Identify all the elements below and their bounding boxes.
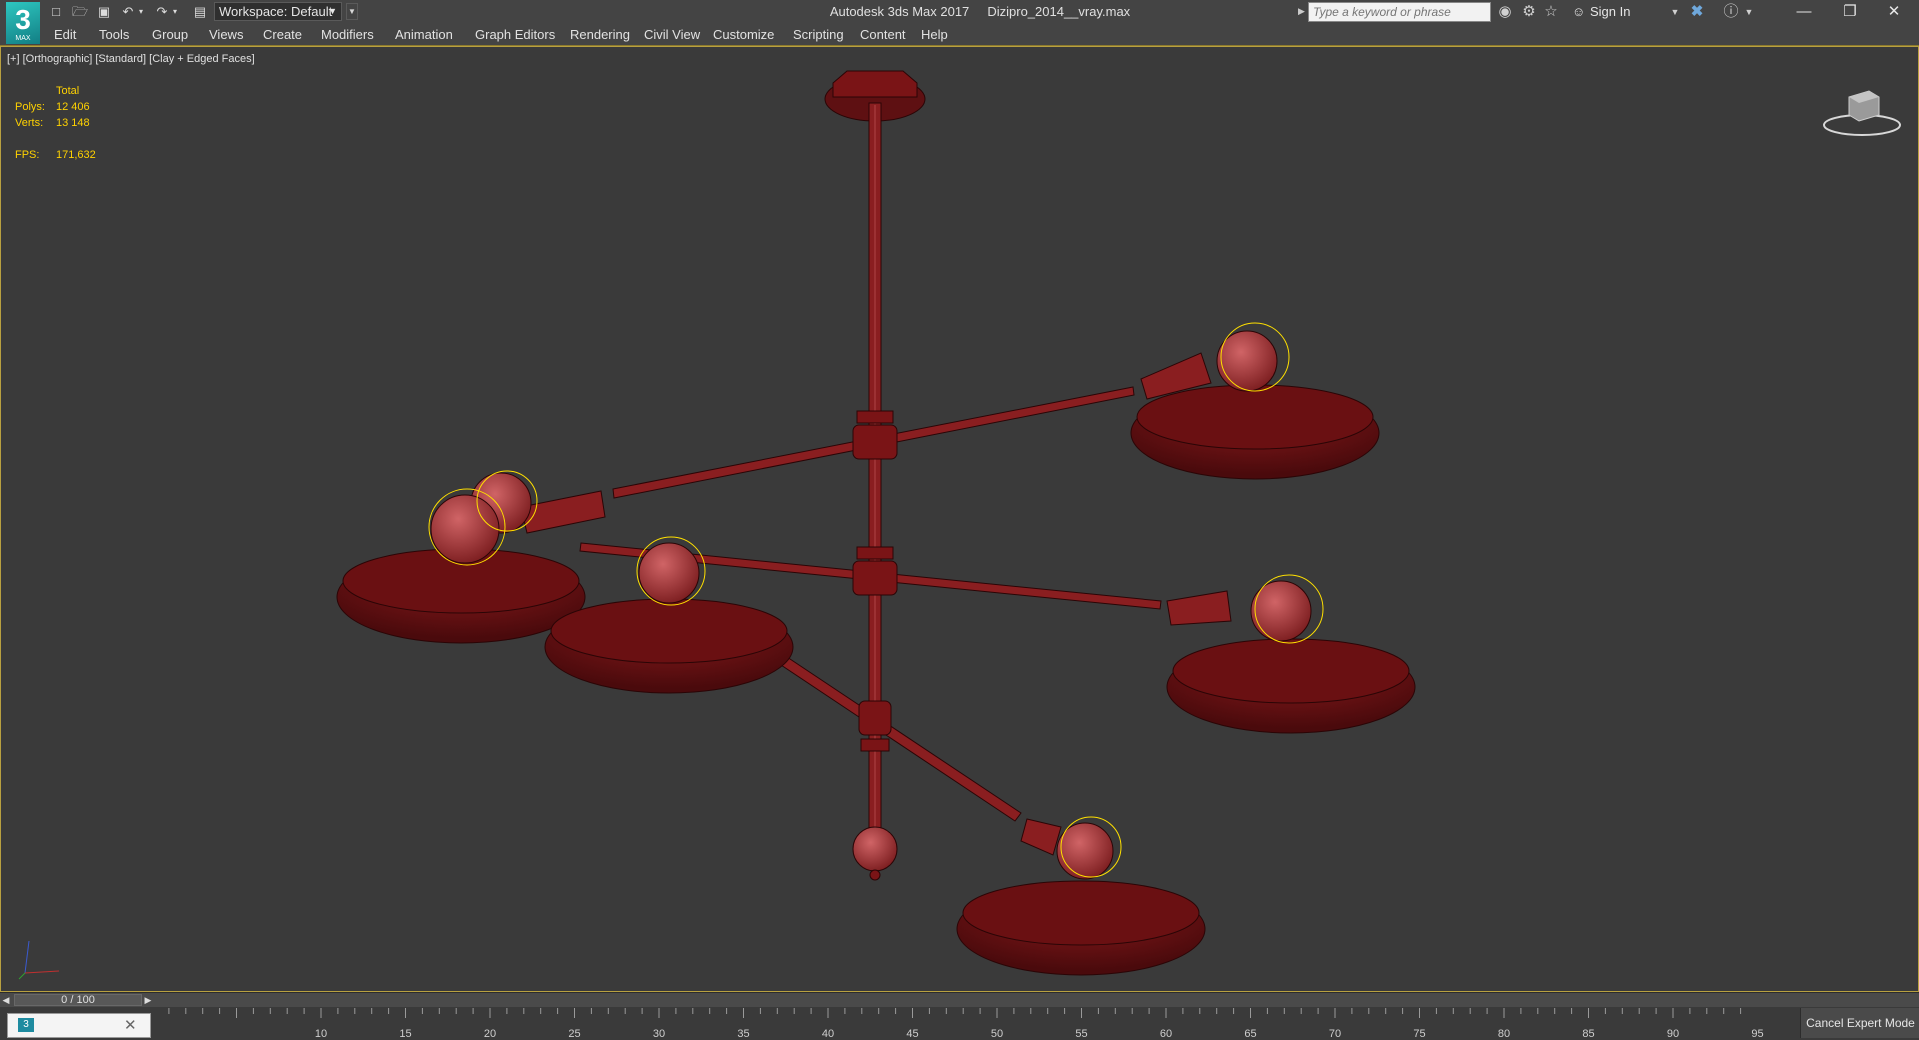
stats-verts-label: Verts: [15, 117, 44, 129]
title-bar: 3 MAX □ 🗁 ▣ ↶ ▾ ↷ ▾ ▤ Workspace: Default… [0, 0, 1919, 44]
search-expand-icon[interactable]: ▶ [1298, 6, 1305, 17]
maxscript-icon: 3 [18, 1018, 34, 1032]
sign-in-button[interactable]: ☺ Sign In [1572, 0, 1630, 24]
timeline-tick-label: 10 [314, 1028, 328, 1040]
timeline-tick-label: 30 [652, 1028, 666, 1040]
app-logo-text: 3 [15, 4, 31, 35]
menu-edit[interactable]: Edit [54, 24, 76, 45]
stats-verts-value: 13 148 [56, 117, 90, 129]
minimize-button[interactable]: — [1782, 0, 1826, 24]
new-file-icon[interactable]: □ [46, 3, 66, 21]
chandelier-model[interactable] [1, 47, 1918, 991]
binoculars-search-icon[interactable]: ◉ [1494, 2, 1516, 22]
axis-tripod-icon [18, 940, 60, 980]
workspace-label: Workspace: Default [219, 4, 333, 19]
timeline-tick-label: 65 [1244, 1028, 1257, 1040]
undo-dropdown-icon[interactable]: ▾ [136, 3, 146, 21]
finial-ball [852, 826, 898, 881]
app-logo-subtext: MAX [15, 35, 31, 42]
favorites-star-icon[interactable]: ☆ [1540, 2, 1562, 22]
help-dropdown-icon[interactable]: ▼ [1738, 2, 1760, 22]
menu-content[interactable]: Content [860, 24, 906, 45]
sign-in-dropdown-icon[interactable]: ▼ [1664, 2, 1686, 22]
lamp-right-lower [1166, 574, 1416, 734]
project-folder-icon[interactable]: ▤ [190, 3, 210, 21]
viewcube-icon[interactable] [1819, 81, 1905, 141]
lamp-right-upper [1130, 322, 1380, 480]
timeline-tick-label: 95 [1751, 1028, 1764, 1040]
window-title: Autodesk 3ds Max 2017 Dizipro_2014__vray… [829, 4, 1131, 19]
cancel-expert-mode-button[interactable]: Cancel Expert Mode [1800, 1008, 1919, 1038]
undo-icon[interactable]: ↶ [118, 3, 138, 21]
exchange-apps-icon[interactable]: ✖ [1686, 2, 1708, 22]
perspective-viewport[interactable]: [+] [Orthographic] [Standard] [Clay + Ed… [0, 46, 1919, 992]
timeline-tick-label: 85 [1582, 1028, 1595, 1040]
open-file-icon[interactable]: 🗁 [70, 3, 90, 21]
search-box[interactable] [1308, 2, 1491, 22]
user-icon: ☺ [1572, 4, 1586, 19]
stats-total-label: Total [56, 85, 80, 97]
stats-polys-label: Polys: [15, 101, 45, 113]
lamp-bottom [956, 816, 1206, 976]
restore-button[interactable]: ❐ [1828, 0, 1872, 24]
stats-polys-value: 12 406 [56, 101, 90, 113]
menu-tools[interactable]: Tools [99, 24, 129, 45]
viewport-label-menu[interactable]: [+] [Orthographic] [Standard] [Clay + Ed… [7, 53, 255, 65]
stats-fps-label: FPS: [15, 149, 40, 161]
menu-help[interactable]: Help [921, 24, 948, 45]
timeline-tick-label: 90 [1666, 1028, 1680, 1040]
timeline-tick-label: 35 [737, 1028, 750, 1040]
timeline-tick-label: 25 [568, 1028, 581, 1040]
timeline-tick-label: 50 [990, 1028, 1004, 1040]
menu-views[interactable]: Views [209, 24, 243, 45]
timeline-tick-label: 70 [1328, 1028, 1342, 1040]
maxscript-listener-box[interactable]: 3 ✕ [7, 1013, 151, 1038]
app-menu-button[interactable]: 3 MAX [6, 2, 40, 44]
close-icon[interactable]: ✕ [124, 1016, 137, 1034]
timeline-tick-label: 80 [1497, 1028, 1511, 1040]
timeline-tick-label: 60 [1159, 1028, 1173, 1040]
menu-customize[interactable]: Customize [713, 24, 774, 45]
menu-animation[interactable]: Animation [395, 24, 453, 45]
timeline-tick-label: 75 [1413, 1028, 1426, 1040]
quick-access-customize-icon[interactable]: ▼ [346, 3, 358, 20]
time-slider[interactable]: ◀ 0 / 100 ▶ [0, 992, 1919, 1007]
close-button[interactable]: ✕ [1872, 0, 1916, 24]
menu-bar: Edit Tools Group Views Create Modifiers … [0, 24, 1919, 46]
sign-in-label: Sign In [1590, 4, 1631, 19]
redo-dropdown-icon[interactable]: ▾ [170, 3, 180, 21]
time-slider-prev-icon[interactable]: ◀ [0, 993, 12, 1007]
menu-rendering[interactable]: Rendering [570, 24, 630, 45]
timeline-tick-label: 55 [1075, 1028, 1088, 1040]
workspace-dropdown[interactable]: Workspace: Default ▼ [214, 2, 342, 21]
menu-graph-editors[interactable]: Graph Editors [475, 24, 555, 45]
menu-civil-view[interactable]: Civil View [644, 24, 700, 45]
stats-fps-value: 171,632 [56, 149, 96, 161]
menu-create[interactable]: Create [263, 24, 302, 45]
time-slider-next-icon[interactable]: ▶ [142, 993, 154, 1007]
menu-modifiers[interactable]: Modifiers [321, 24, 374, 45]
chevron-down-icon: ▼ [328, 6, 337, 16]
timeline-tick-label: 40 [821, 1028, 835, 1040]
timeline-tick-label: 15 [399, 1028, 412, 1040]
search-input[interactable] [1309, 3, 1490, 21]
timeline-tick-label: 45 [906, 1028, 919, 1040]
redo-icon[interactable]: ↷ [152, 3, 172, 21]
save-icon[interactable]: ▣ [94, 3, 114, 21]
menu-group[interactable]: Group [152, 24, 188, 45]
time-slider-handle[interactable]: 0 / 100 [14, 994, 142, 1006]
menu-scripting[interactable]: Scripting [793, 24, 844, 45]
timeline-tick-label: 20 [483, 1028, 497, 1040]
subscription-icon[interactable]: ⚙ [1518, 2, 1540, 22]
